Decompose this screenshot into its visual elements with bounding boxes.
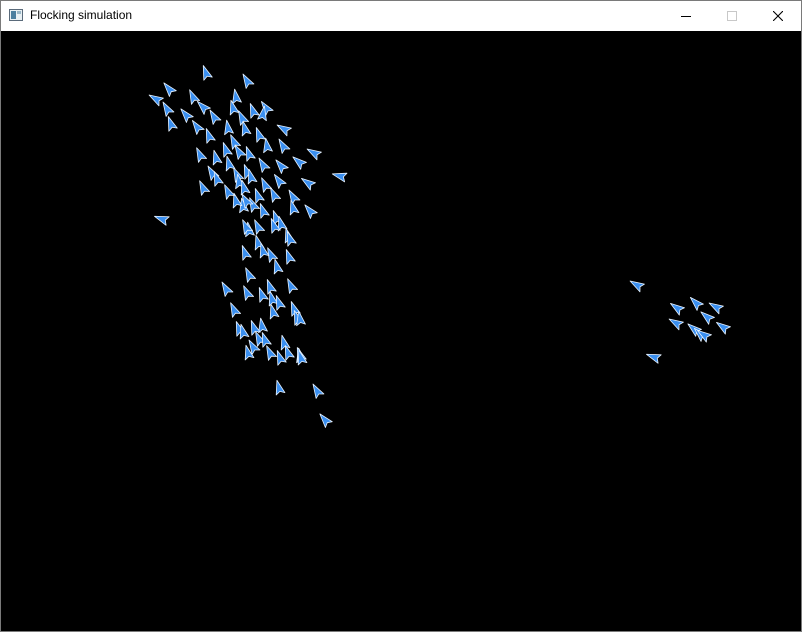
boid [312,383,325,399]
close-button[interactable] [755,1,801,31]
boid [162,101,175,117]
boid [292,156,307,170]
boid [209,109,222,125]
window-app-icon [9,9,23,21]
boid [221,281,234,297]
maximize-icon [727,11,737,21]
boid [199,180,211,196]
boid [224,184,236,200]
close-icon [773,11,783,21]
boid [646,353,662,364]
app-window: Flocking simulation [0,0,802,632]
boid [708,302,724,315]
boid [319,413,333,428]
title-bar[interactable]: Flocking simulation [1,1,801,31]
boid [258,157,271,173]
boid-field [148,65,731,428]
boid [212,149,223,166]
boid [301,178,316,191]
boid [288,189,301,205]
boid [263,137,273,154]
boid [629,280,645,293]
boid [245,267,257,283]
boid [202,65,213,81]
boid [668,318,684,331]
boid [273,258,284,275]
boid [249,103,260,119]
boid [230,134,242,150]
boid [224,119,234,136]
boid [689,296,704,311]
boid [275,159,289,174]
boid [255,127,266,143]
boid [306,148,322,161]
boid [276,124,292,137]
boid [192,120,205,135]
boid [286,231,297,247]
boid [230,302,242,318]
boid [287,278,299,294]
boid [716,322,731,335]
boid [196,147,208,163]
boid [148,94,164,107]
boid [278,138,291,154]
boid [241,245,252,261]
boid [258,287,269,303]
boid [261,177,273,193]
boid [259,203,270,219]
boid [276,350,287,366]
boid [285,249,296,265]
minimize-button[interactable] [663,1,709,31]
boid [254,188,265,204]
boid [274,174,287,189]
boid [163,82,177,97]
boid [154,215,170,226]
boid [180,108,194,123]
boid [167,116,178,132]
minimize-icon [681,16,691,17]
boid [670,303,685,316]
boid [266,345,278,361]
boid [243,285,255,301]
boid [222,142,233,158]
boid [225,155,236,172]
boid [242,73,255,89]
boid [700,311,715,325]
boid [275,379,286,396]
boid [280,334,291,351]
boid [304,204,318,219]
maximize-button[interactable] [709,1,755,31]
simulation-canvas[interactable] [1,31,801,631]
boid [331,172,348,183]
window-title: Flocking simulation [30,8,133,22]
